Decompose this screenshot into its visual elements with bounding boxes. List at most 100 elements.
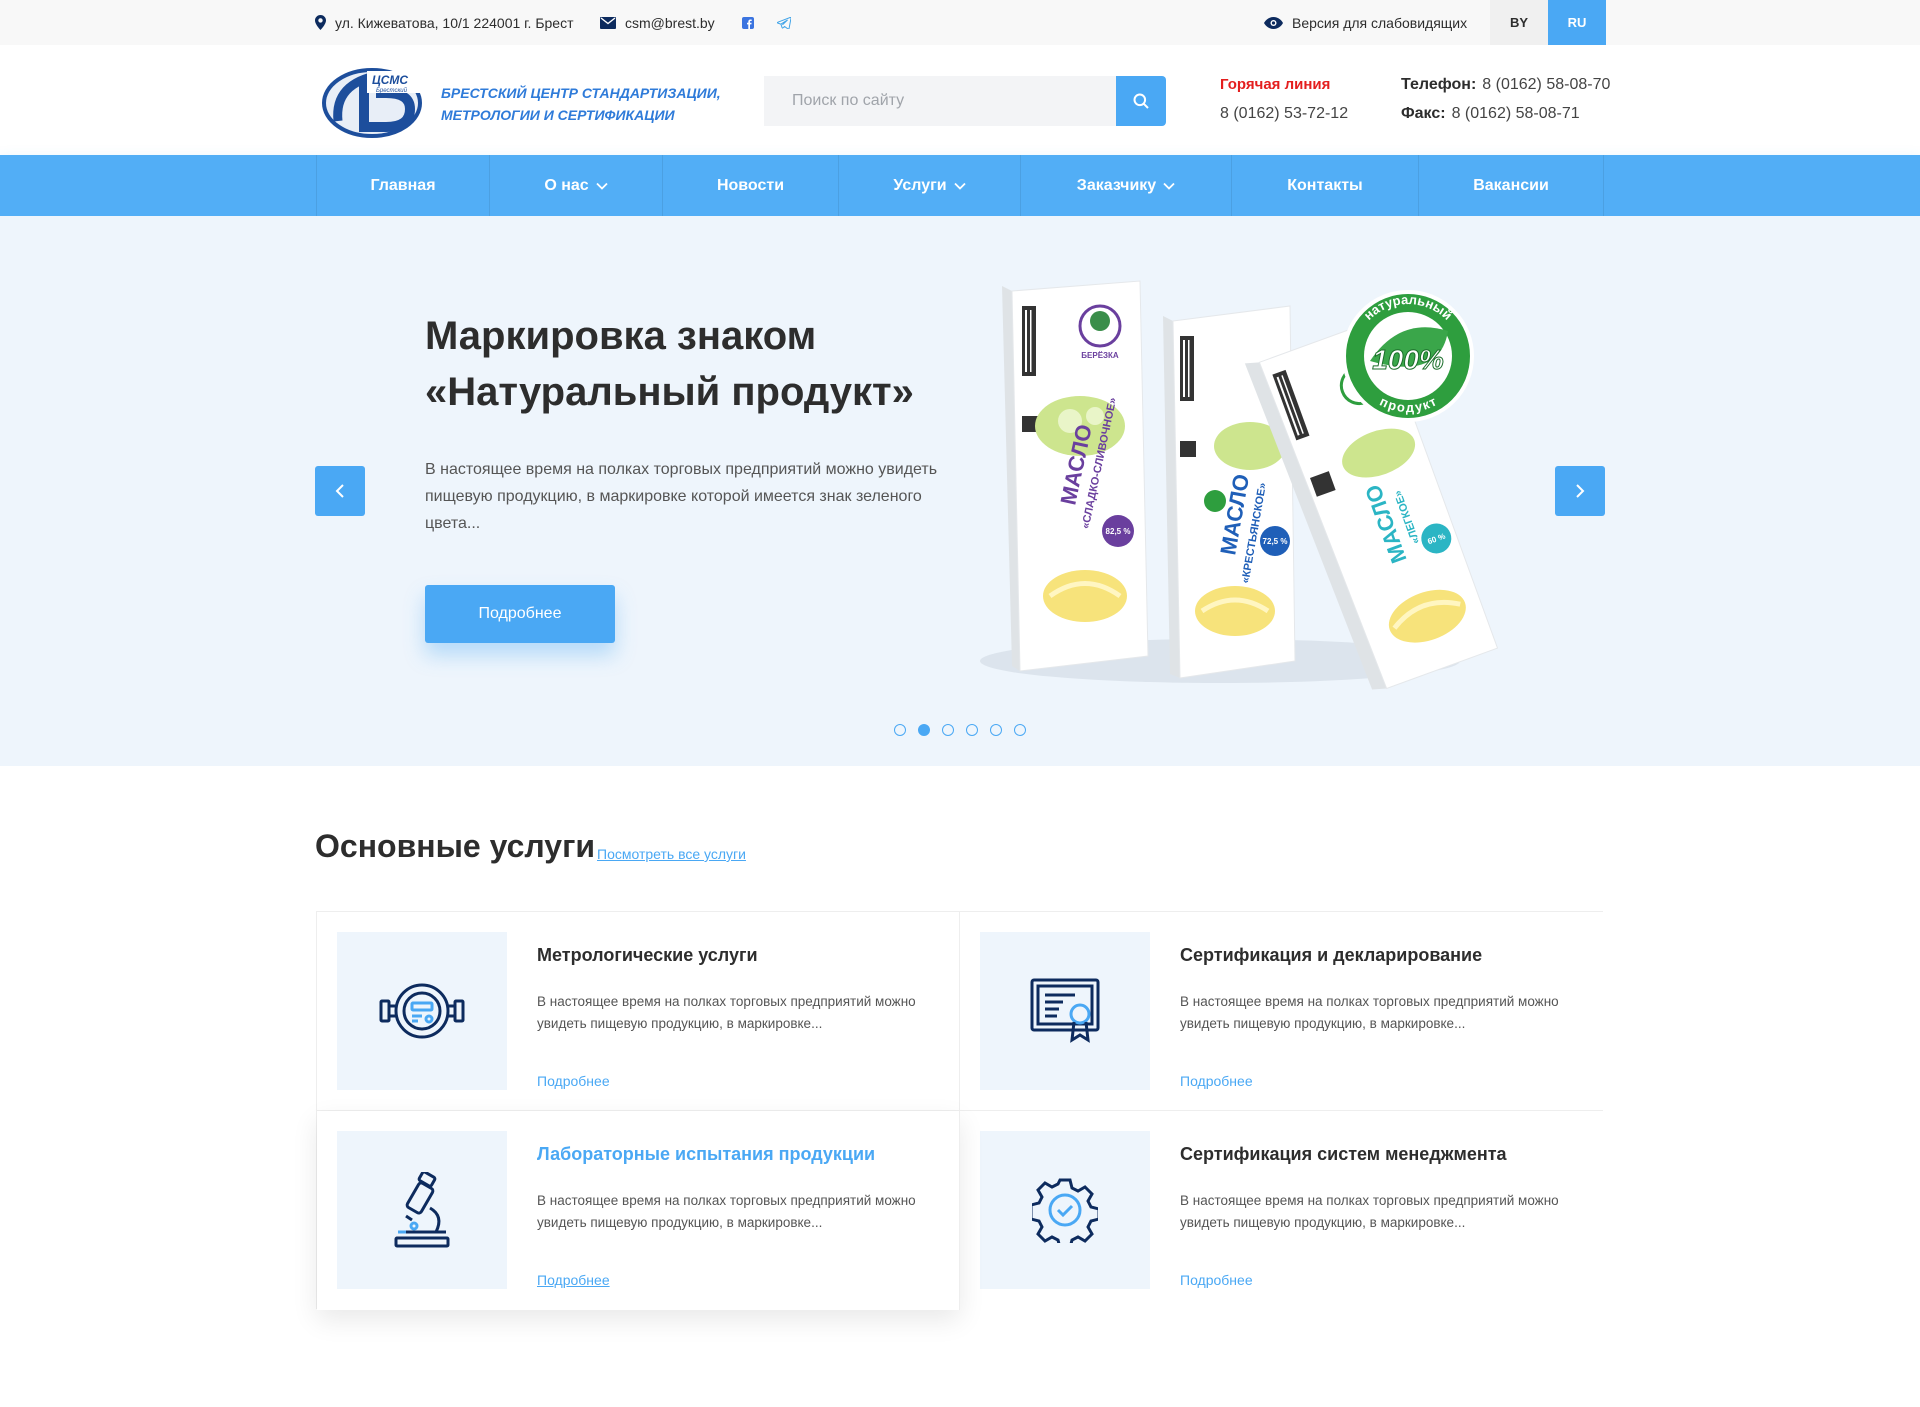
slider-dot[interactable]: [990, 724, 1002, 736]
nav-item-services[interactable]: Услуги: [839, 155, 1021, 216]
service-more-link[interactable]: Подробнее: [537, 1272, 610, 1288]
service-text: В настоящее время на полках торговых пре…: [1180, 994, 1559, 1031]
nav-item-customers[interactable]: Заказчику: [1021, 155, 1232, 216]
phone-number[interactable]: 8 (0162) 58-08-70: [1482, 76, 1610, 93]
slider-dot-active[interactable]: [918, 724, 930, 736]
view-all-services-link[interactable]: Посмотреть все услуги: [597, 846, 746, 862]
slider-dot[interactable]: [942, 724, 954, 736]
logo-emblem[interactable]: ЦСМС Брестский: [320, 63, 430, 139]
fax-row: Факс: 8 (0162) 58-08-71: [1401, 105, 1580, 123]
hotline-phone[interactable]: 8 (0162) 53-72-12: [1220, 105, 1348, 123]
services-grid: Метрологические услуги В настоящее время…: [316, 911, 1603, 1310]
low-vision-link[interactable]: Версия для слабовидящих: [1264, 0, 1467, 45]
slide-title-line: Маркировка знаком: [425, 314, 817, 358]
chevron-left-icon: [335, 484, 344, 498]
gear-check-icon: [1032, 1178, 1098, 1243]
chevron-down-icon: [1163, 182, 1175, 190]
logo-title[interactable]: БРЕСТСКИЙ ЦЕНТР СТАНДАРТИЗАЦИИ, МЕТРОЛОГ…: [441, 82, 741, 126]
nav-item-home[interactable]: Главная: [317, 155, 490, 216]
nav-item-label: Главная: [370, 176, 436, 194]
facebook-icon[interactable]: [742, 16, 754, 29]
email-text: csm@brest.by: [625, 14, 715, 31]
water-meter-icon: [379, 983, 465, 1039]
service-icon-box: [337, 1131, 507, 1289]
email-link[interactable]: csm@brest.by: [600, 0, 715, 45]
nav-item-about[interactable]: О нас: [490, 155, 663, 216]
nav-item-contacts[interactable]: Контакты: [1232, 155, 1419, 216]
service-title[interactable]: Сертификация систем менеджмента: [1180, 1144, 1507, 1165]
services-title: Основные услуги: [315, 828, 596, 864]
natural-product-badge: 100% натуральный продукт: [1342, 290, 1474, 422]
location-pin-icon: [315, 15, 326, 30]
service-title[interactable]: Метрологические услуги: [537, 945, 758, 966]
service-title[interactable]: Лабораторные испытания продукции: [537, 1144, 875, 1165]
lang-ru-button[interactable]: RU: [1548, 0, 1606, 45]
chevron-down-icon: [596, 182, 608, 190]
service-title[interactable]: Сертификация и декларирование: [1180, 945, 1482, 966]
pack-fat: 72,5 %: [1263, 537, 1288, 546]
phone-row: Телефон: 8 (0162) 58-08-70: [1401, 76, 1610, 94]
main-nav: Главная О нас Новости Услуги Заказчику К…: [0, 155, 1920, 216]
slide-title-line: «Натуральный продукт»: [425, 370, 914, 414]
logo-badge-sub: Брестский: [376, 87, 408, 94]
mail-icon: [600, 16, 616, 29]
service-more-link[interactable]: Подробнее: [1180, 1073, 1253, 1089]
top-bar: ул. Кижеватова, 10/1 224001 г. Брест csm…: [0, 0, 1920, 45]
slide-more-button[interactable]: Подробнее: [425, 585, 615, 643]
hero-slider: Маркировка знаком «Натуральный продукт» …: [0, 216, 1920, 766]
badge-percent: 100%: [1372, 344, 1444, 375]
chevron-down-icon: [953, 182, 966, 190]
nav-item-news[interactable]: Новости: [663, 155, 839, 216]
search-input[interactable]: [764, 76, 1116, 126]
nav-item-label: Новости: [716, 176, 785, 194]
search-icon: [1133, 93, 1149, 109]
pack-fat: 82,5 %: [1106, 527, 1131, 536]
service-more-link[interactable]: Подробнее: [537, 1073, 610, 1089]
telegram-icon[interactable]: [777, 16, 791, 29]
slider-dots: [894, 724, 1026, 736]
butter-pack: БЕРЁЗКА МАСЛО «СЛАДКО-СЛИВОЧНОЕ» 82,5 %: [1002, 280, 1149, 672]
service-icon-box: [980, 1131, 1150, 1289]
nav-item-vacancies[interactable]: Вакансии: [1419, 155, 1604, 216]
social-links: [742, 0, 800, 45]
slider-prev-button[interactable]: [315, 466, 365, 516]
eye-icon: [1264, 16, 1283, 29]
slide-title: Маркировка знаком «Натуральный продукт»: [425, 308, 945, 420]
low-vision-label: Версия для слабовидящих: [1292, 14, 1468, 31]
fax-number[interactable]: 8 (0162) 58-08-71: [1452, 105, 1580, 122]
search-button[interactable]: [1116, 76, 1166, 126]
service-card[interactable]: Сертификация и декларирование В настояще…: [960, 912, 1603, 1111]
header: ЦСМС Брестский БРЕСТСКИЙ ЦЕНТР СТАНДАРТИ…: [0, 45, 1920, 155]
service-more-link[interactable]: Подробнее: [1180, 1272, 1253, 1288]
address: ул. Кижеватова, 10/1 224001 г. Брест: [315, 0, 574, 45]
logo-badge: ЦСМС: [372, 73, 408, 87]
service-card-hover[interactable]: Лабораторные испытания продукции В насто…: [317, 1111, 960, 1310]
service-icon-box: [980, 932, 1150, 1090]
microscope-icon: [394, 1172, 450, 1248]
service-card[interactable]: Сертификация систем менеджмента В настоя…: [960, 1111, 1603, 1310]
nav-item-label: Вакансии: [1473, 176, 1549, 194]
hotline-label: Горячая линия: [1220, 76, 1331, 93]
address-text: ул. Кижеватова, 10/1 224001 г. Брест: [335, 14, 574, 31]
service-text: В настоящее время на полках торговых пре…: [537, 1193, 916, 1230]
nav-item-label: Контакты: [1287, 176, 1363, 194]
service-text: В настоящее время на полках торговых пре…: [1180, 1193, 1559, 1230]
fax-label: Факс:: [1401, 105, 1446, 122]
service-icon-box: [337, 932, 507, 1090]
chevron-right-icon: [1576, 484, 1585, 498]
nav-item-label: Заказчику: [1076, 176, 1157, 194]
lang-by-button[interactable]: BY: [1490, 0, 1548, 45]
slider-dot[interactable]: [894, 724, 906, 736]
phone-label: Телефон:: [1401, 76, 1477, 93]
search-form: [764, 76, 1166, 126]
butter-packs-image: БЕРЁЗКА МАСЛО «СЛАДКО-СЛИВОЧНОЕ» 82,5 % …: [980, 280, 1499, 690]
certificate-icon: [1030, 978, 1100, 1043]
slide-text: В настоящее время на полках торговых пре…: [425, 461, 938, 532]
slider-next-button[interactable]: [1555, 466, 1605, 516]
service-text: В настоящее время на полках торговых пре…: [537, 994, 916, 1031]
slider-dot[interactable]: [966, 724, 978, 736]
pack-brand: БЕРЁЗКА: [1081, 351, 1119, 360]
service-card[interactable]: Метрологические услуги В настоящее время…: [317, 912, 960, 1111]
slider-dot[interactable]: [1014, 724, 1026, 736]
nav-item-label: Услуги: [893, 176, 947, 194]
